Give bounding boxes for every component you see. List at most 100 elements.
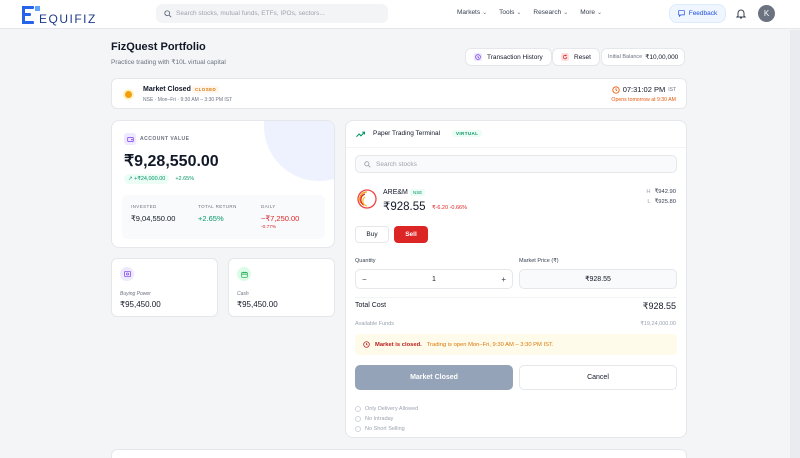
stat-label: TOTAL RETURN [198, 204, 237, 209]
stock-symbol: ARE&M [383, 189, 408, 196]
buy-tab[interactable]: Buy [355, 226, 389, 243]
stock-logo-icon [357, 189, 377, 209]
trend-up-icon: ↗ [128, 176, 133, 182]
stock-high: H ₹942.90 [646, 189, 676, 195]
available-funds-label: Available Funds [355, 321, 395, 327]
market-price-label: Market Price (₹) [519, 258, 559, 264]
status-dot-icon [125, 91, 132, 98]
clock-timezone: IST [668, 86, 676, 93]
rule-item: No Short Selling [355, 426, 405, 432]
market-hours: NSE · Mon–Fri · 9:30 AM – 3:30 PM IST [143, 97, 233, 103]
scrollbar-track[interactable] [790, 30, 800, 458]
rule-circle-icon [355, 426, 361, 432]
stat-total-return: TOTAL RETURN +2.65% [198, 204, 237, 223]
logo-mark-icon [22, 6, 40, 24]
available-funds-value: ₹19,24,000.00 [640, 321, 676, 327]
trading-terminal: Paper Trading Terminal VIRTUAL ARE&M NSE… [345, 120, 687, 438]
chevron-down-icon: ⌄ [597, 10, 603, 16]
low-value: ₹925.80 [654, 199, 676, 205]
account-change-chip: ↗ +₹24,000.00 [124, 174, 170, 184]
nav-markets[interactable]: Markets ⌄ [457, 9, 487, 16]
account-value-card: ACCOUNT VALUE ₹9,28,550.00 ↗ +₹24,000.00… [111, 120, 335, 248]
stock-change: ₹-6.20 -0.66% [432, 205, 467, 211]
market-price-field: ₹928.55 [519, 269, 677, 289]
initial-balance-label: Initial Balance [608, 54, 643, 60]
buying-power-label: Buying Power [120, 291, 151, 297]
initial-balance: Initial Balance ₹10,00,000 [601, 48, 686, 66]
trend-up-icon [356, 131, 365, 138]
feedback-label: Feedback [688, 10, 718, 17]
nav-label: Markets [457, 9, 481, 16]
market-closed-warning: Market is closed. Trading is open Mon–Fr… [355, 334, 677, 355]
clock-icon [612, 85, 620, 94]
stock-search[interactable] [355, 155, 677, 173]
rule-circle-icon [355, 406, 361, 412]
account-value: ₹9,28,550.00 [124, 153, 219, 170]
divider [355, 297, 677, 298]
page-title: FizQuest Portfolio [111, 41, 206, 53]
increment-button[interactable]: + [501, 275, 506, 284]
terminal-title: Paper Trading Terminal [373, 130, 441, 137]
account-change-abs: +₹24,000.00 [134, 176, 166, 182]
global-search[interactable] [156, 4, 388, 23]
nav-tools[interactable]: Tools ⌄ [499, 9, 521, 16]
rule-text: No Short Selling [365, 426, 405, 432]
stat-value: −₹7,250.00 [261, 214, 300, 223]
chevron-down-icon: ⌄ [482, 10, 488, 16]
history-icon [474, 53, 482, 61]
stat-value: ₹9,04,550.00 [131, 214, 176, 223]
nav-label: Tools [499, 9, 515, 16]
reset-button[interactable]: Reset [552, 48, 600, 66]
holdings-card [111, 449, 687, 458]
account-change-pct: +2.65% [175, 176, 195, 182]
cancel-button[interactable]: Cancel [519, 365, 677, 390]
equifiz-logo[interactable]: EQUIFIZ [22, 5, 97, 26]
rule-item: Only Delivery Allowed [355, 406, 418, 412]
account-change: ↗ +₹24,000.00 +2.65% [124, 174, 194, 184]
low-key: L [647, 199, 651, 205]
total-cost-value: ₹928.55 [642, 301, 676, 311]
logo-text: EQUIFIZ [39, 11, 97, 26]
transaction-history-label: Transaction History [487, 53, 543, 61]
stat-label: INVESTED [131, 204, 157, 209]
sell-tab[interactable]: Sell [394, 226, 428, 243]
nav-label: More [580, 9, 596, 16]
stat-label: DAILY [261, 204, 276, 209]
quantity-value[interactable]: 1 [432, 276, 436, 283]
initial-balance-value: ₹10,00,000 [645, 54, 679, 61]
nav-more[interactable]: More ⌄ [580, 9, 602, 16]
market-clock: 07:31:02 PM IST [612, 85, 676, 94]
main-nav: Markets ⌄ Tools ⌄ Research ⌄ More ⌄ [457, 9, 602, 16]
rule-circle-icon [355, 416, 361, 422]
stock-search-input[interactable] [376, 160, 666, 168]
stat-value: +2.65% [198, 214, 224, 223]
user-avatar[interactable]: K [758, 5, 775, 22]
stat-invested: INVESTED ₹9,04,550.00 [131, 204, 175, 223]
rule-item: No Intraday [355, 416, 393, 422]
search-icon [164, 9, 172, 18]
account-stats: INVESTED ₹9,04,550.00 TOTAL RETURN +2.65… [122, 195, 325, 239]
clock-time: 07:31:02 PM [622, 85, 666, 94]
cash-card: Cash ₹95,450.00 [228, 258, 335, 317]
clock-icon [363, 341, 370, 348]
top-header: EQUIFIZ Markets⌄ Tools⌄ Research⌄ More⌄ … [0, 0, 800, 29]
transaction-history-button[interactable]: Transaction History [465, 48, 552, 66]
feedback-button[interactable]: Feedback [669, 4, 726, 23]
buying-power-card: Buying Power ₹95,450.00 [111, 258, 218, 317]
high-value: ₹942.90 [654, 189, 676, 195]
bell-icon[interactable] [736, 8, 746, 19]
exchange-badge: NSE [410, 189, 426, 196]
decrement-button[interactable]: − [362, 275, 367, 284]
stock-price: ₹928.55 [383, 201, 426, 213]
stat-daily: DAILY −₹7,250.00 -0.77% [261, 204, 299, 230]
warning-title: Market is closed. [375, 341, 422, 348]
market-closed-button[interactable]: Market Closed [355, 365, 513, 390]
status-badge: CLOSED [192, 86, 220, 93]
global-search-input[interactable] [176, 10, 376, 17]
market-status-title: Market Closed [143, 86, 191, 93]
stock-low: L ₹925.80 [647, 199, 676, 205]
nav-research[interactable]: Research ⌄ [533, 9, 568, 16]
warning-text: Trading is open Mon–Fri, 9:30 AM – 3:30 … [426, 341, 554, 348]
page-subtitle: Practice trading with ₹10L virtual capit… [111, 59, 226, 66]
search-icon [364, 160, 371, 168]
